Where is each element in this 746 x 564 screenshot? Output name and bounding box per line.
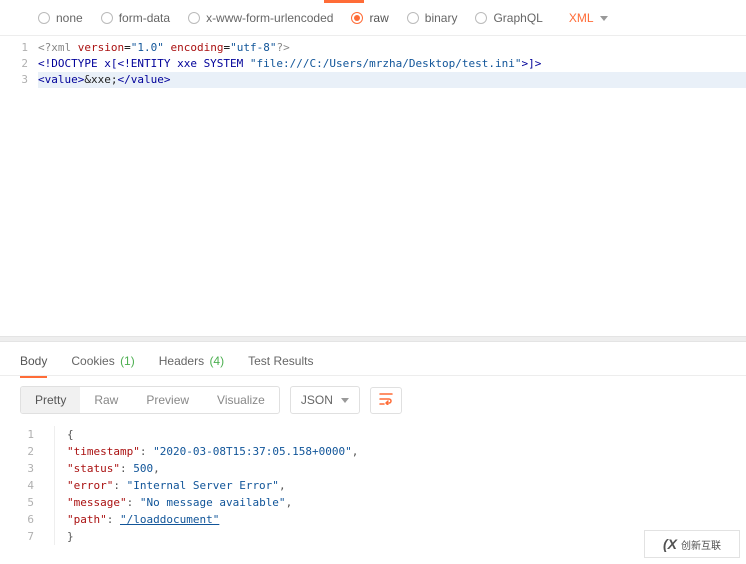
chevron-down-icon	[600, 16, 608, 21]
wrap-lines-button[interactable]	[370, 387, 402, 414]
json-content: "message": "No message available",	[67, 494, 292, 511]
format-dropdown[interactable]: JSON	[290, 386, 360, 414]
line-number: 3	[0, 460, 55, 477]
radio-icon	[351, 12, 363, 24]
line-number: 2	[0, 443, 55, 460]
watermark-text: 创新互联	[681, 537, 721, 552]
radio-label: GraphQL	[493, 11, 542, 25]
tab-body[interactable]: Body	[20, 348, 47, 377]
line-number: 6	[0, 511, 55, 528]
json-content: "timestamp": "2020-03-08T15:37:05.158+00…	[67, 443, 358, 460]
json-content: "path": "/loaddocument"	[67, 511, 219, 528]
radio-label: form-data	[119, 11, 170, 25]
json-content: {	[67, 426, 74, 443]
active-tab-indicator	[324, 0, 364, 3]
view-mode-group: Pretty Raw Preview Visualize	[20, 386, 280, 414]
request-body-editor[interactable]: 1 <?xml version="1.0" encoding="utf-8"?>…	[0, 36, 746, 336]
response-body-editor[interactable]: 1 { 2 "timestamp": "2020-03-08T15:37:05.1…	[0, 424, 746, 547]
json-content: "error": "Internal Server Error",	[67, 477, 286, 494]
line-number: 5	[0, 494, 55, 511]
logo-icon: (X	[663, 536, 677, 552]
radio-graphql[interactable]: GraphQL	[475, 11, 542, 25]
radio-binary[interactable]: binary	[407, 11, 458, 25]
tab-test-results[interactable]: Test Results	[248, 348, 313, 377]
code-content: <!DOCTYPE x[<!ENTITY xxe SYSTEM "file://…	[38, 56, 746, 72]
line-number: 3	[0, 72, 38, 88]
json-content: }	[67, 528, 74, 545]
radio-icon	[188, 12, 200, 24]
radio-label: binary	[425, 11, 458, 25]
format-label: JSON	[301, 393, 333, 407]
line-number: 1	[0, 40, 38, 56]
line-number: 2	[0, 56, 38, 72]
tab-cookies[interactable]: Cookies (1)	[71, 348, 134, 377]
line-number: 1	[0, 426, 55, 443]
wrap-icon	[379, 393, 393, 408]
radio-none[interactable]: none	[38, 11, 83, 25]
response-toolbar: Pretty Raw Preview Visualize JSON	[0, 376, 746, 424]
radio-label: x-www-form-urlencoded	[206, 11, 333, 25]
line-number: 7	[0, 528, 55, 545]
tab-headers[interactable]: Headers (4)	[159, 348, 224, 377]
view-raw[interactable]: Raw	[80, 387, 132, 413]
radio-raw[interactable]: raw	[351, 11, 388, 25]
language-dropdown[interactable]: XML	[569, 11, 608, 25]
chevron-down-icon	[341, 398, 349, 403]
line-number: 4	[0, 477, 55, 494]
radio-x-www-form-urlencoded[interactable]: x-www-form-urlencoded	[188, 11, 333, 25]
json-content: "status": 500,	[67, 460, 160, 477]
language-label: XML	[569, 11, 594, 25]
radio-icon	[101, 12, 113, 24]
code-content: <value>&xxe;</value>	[38, 72, 746, 88]
radio-icon	[38, 12, 50, 24]
view-pretty[interactable]: Pretty	[21, 387, 80, 413]
response-tabs: Body Cookies (1) Headers (4) Test Result…	[0, 342, 746, 376]
radio-icon	[407, 12, 419, 24]
body-type-selector: none form-data x-www-form-urlencoded raw…	[0, 0, 746, 36]
radio-label: none	[56, 11, 83, 25]
code-content: <?xml version="1.0" encoding="utf-8"?>	[38, 40, 746, 56]
radio-form-data[interactable]: form-data	[101, 11, 170, 25]
radio-icon	[475, 12, 487, 24]
watermark-logo: (X 创新互联	[644, 530, 740, 558]
radio-label: raw	[369, 11, 388, 25]
view-preview[interactable]: Preview	[132, 387, 203, 413]
view-visualize[interactable]: Visualize	[203, 387, 279, 413]
